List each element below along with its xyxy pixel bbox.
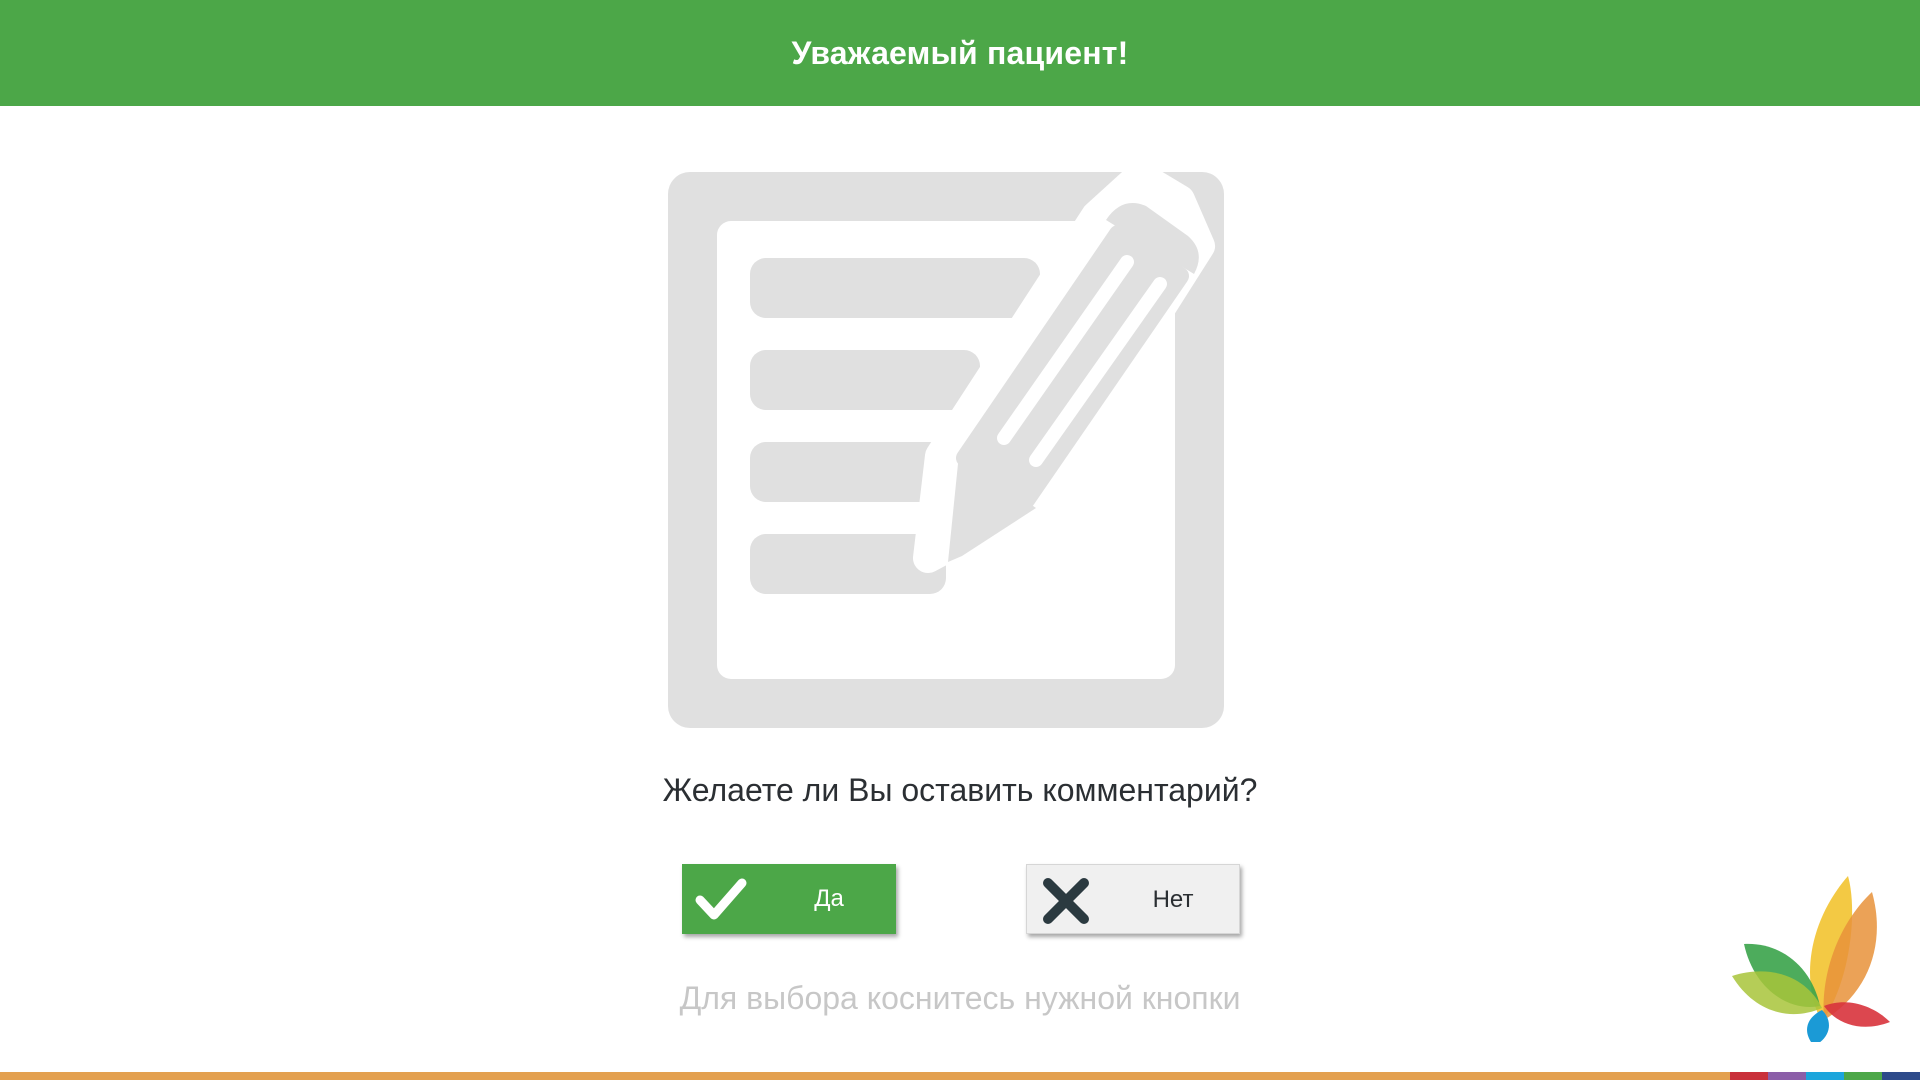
footer-blue-segment [1882, 1072, 1920, 1080]
footer-orange-segment [0, 1072, 1730, 1080]
yes-button-label: Да [814, 885, 844, 912]
footer-purple-segment [1768, 1072, 1806, 1080]
page-title: Уважаемый пациент! [791, 34, 1129, 71]
comment-form-icon [668, 161, 1224, 728]
header-bar: Уважаемый пациент! [0, 0, 1920, 106]
yes-button[interactable]: Да [682, 864, 896, 934]
footer-green-segment [1844, 1072, 1882, 1080]
footer-color-bar [0, 1072, 1920, 1080]
cross-icon [1043, 878, 1089, 924]
question-text: Желаете ли Вы оставить комментарий? [662, 772, 1258, 808]
hint-text: Для выбора коснитесь нужной кнопки [679, 980, 1241, 1016]
footer-red-segment [1730, 1072, 1768, 1080]
footer-cyan-segment [1806, 1072, 1844, 1080]
screen: Уважаемый пациент! Желаете ли Вы оставит… [0, 0, 1920, 1080]
checkmark-icon [695, 878, 747, 920]
no-button[interactable]: Нет [1026, 864, 1240, 934]
no-button-label: Нет [1152, 886, 1194, 913]
butterfly-petals-logo [1732, 876, 1890, 1042]
